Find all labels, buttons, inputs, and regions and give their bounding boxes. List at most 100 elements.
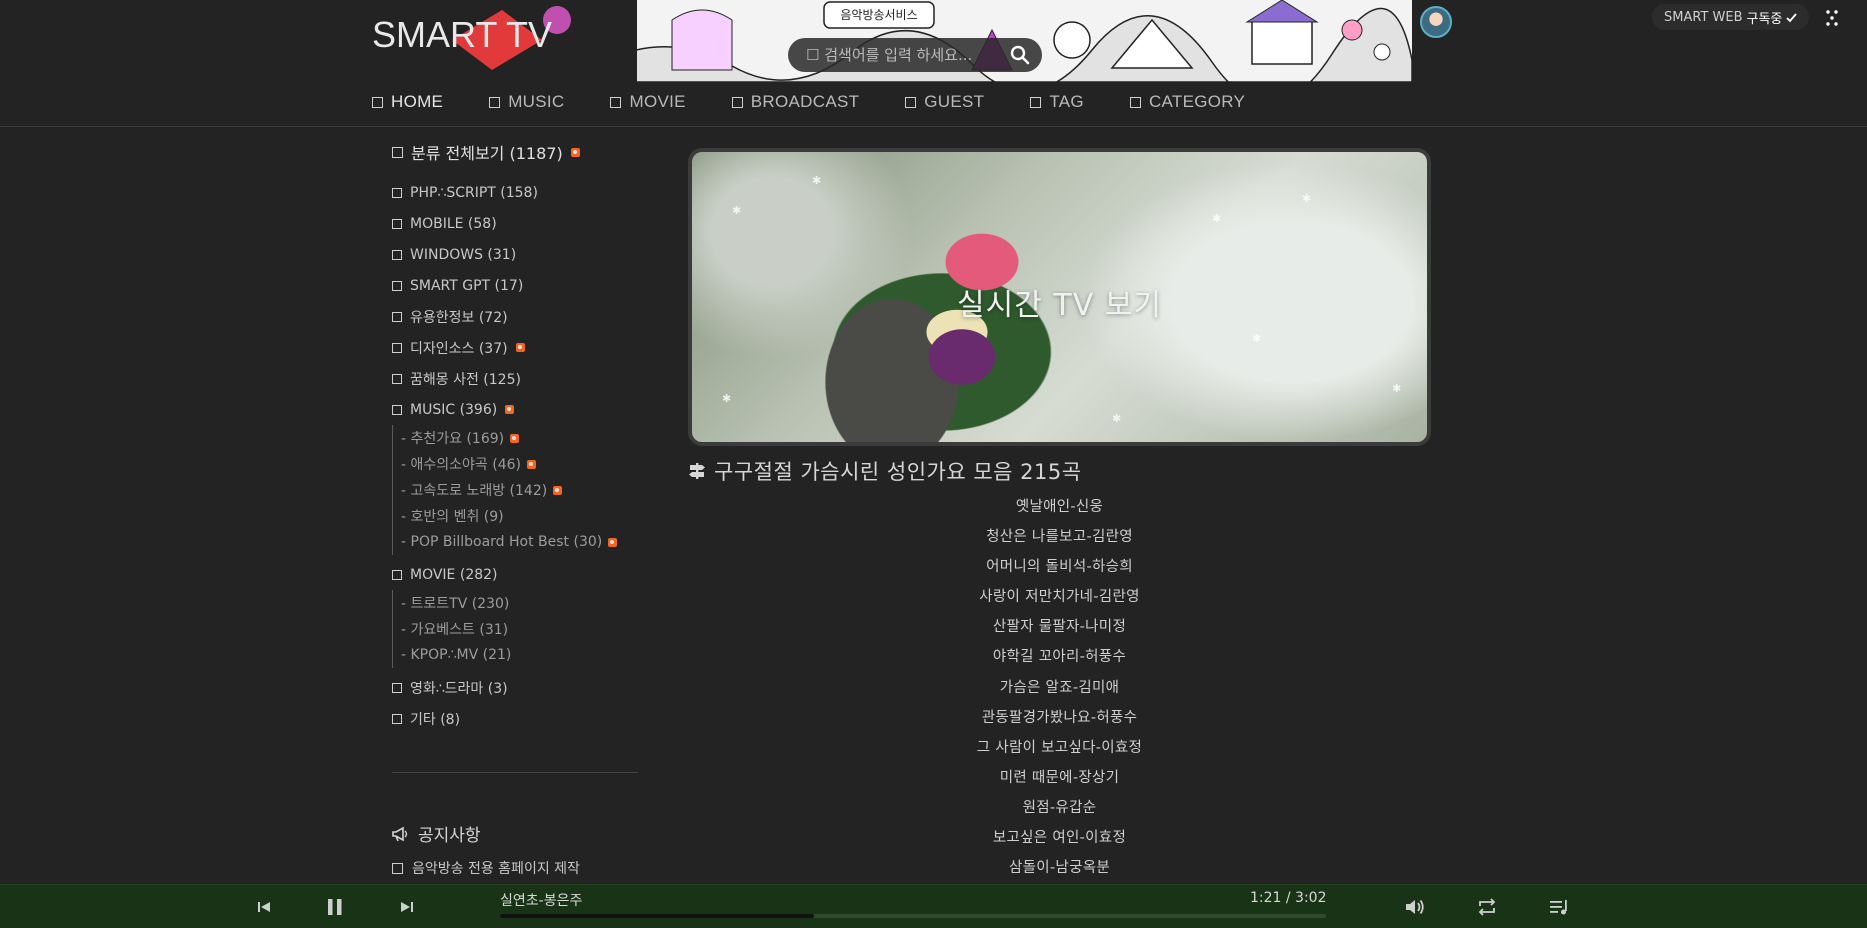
song-item[interactable]: 산팔자 물팔자-나미정 [688,612,1431,642]
song-item[interactable]: 원점-유갑순 [688,793,1431,823]
song-item[interactable]: 그 사람이 보고싶다-이효정 [688,733,1431,763]
site-logo[interactable]: SMART TV [372,14,552,56]
category-item[interactable]: 유용한정보 (72) [392,301,642,332]
category-item[interactable]: 영화∴드라마 (3) [392,672,642,703]
song-item[interactable]: 야학길 꼬아리-허풍수 [688,642,1431,672]
song-item[interactable]: 사랑이 저만치가네-김란영 [688,582,1431,612]
subscribe-label: 구독중 [1746,11,1783,27]
subcategory-item[interactable]: - 트로트TV (230) [401,590,642,616]
rss-icon[interactable] [505,405,515,414]
nav-item-label: MUSIC [508,92,565,111]
category-item[interactable]: 기타 (8) [392,703,642,734]
checkbox-square-icon [392,713,402,724]
checkbox-square-icon [392,682,402,693]
category-item[interactable]: 꿈해몽 사전 (125) [392,363,642,394]
nav-item-music[interactable]: MUSIC [489,88,564,116]
playlist-icon[interactable] [1548,897,1570,917]
snow-dot: ✱ [722,392,732,405]
subcategory-item[interactable]: - POP Billboard Hot Best (30) [401,529,642,555]
nav-item-label: BROADCAST [750,92,860,111]
subcategory-item[interactable]: - 추천가요 (169) [401,425,642,451]
snow-dot: ✱ [812,174,822,187]
nav-item-tag[interactable]: TAG [1030,88,1084,116]
checkbox-square-icon [392,373,402,384]
song-item[interactable]: 옛날애인-신웅 [688,492,1431,522]
song-item[interactable]: 청산은 나를보고-김란영 [688,522,1431,552]
subcategory-item[interactable]: - 고속도로 노래방 (142) [401,477,642,503]
category-label: PHP∴SCRIPT (158) [410,184,538,201]
notice-title: 공지사항 [418,826,481,846]
category-item[interactable]: PHP∴SCRIPT (158) [392,177,642,208]
volume-icon[interactable] [1404,897,1426,917]
subscribe-prefix: SMART WEB [1664,9,1743,25]
song-item[interactable]: 삼돌이-남궁옥분 [688,853,1431,883]
song-item[interactable]: 가슴은 알죠-김미애 [688,673,1431,703]
pause-icon[interactable] [325,897,345,917]
avatar[interactable] [1420,6,1452,38]
header: 음악방송서비스 SMART TV SMART WEB 구독중 HOME MUSIC… [0,0,1867,127]
subcategory-label: - POP Billboard Hot Best (30) [401,534,603,550]
checkbox-square-icon [1030,96,1042,108]
checkbox-square-icon [905,96,917,108]
subscribe-button[interactable]: SMART WEB 구독중 [1652,4,1810,30]
song-item[interactable]: 미련 때문에-장상기 [688,763,1431,793]
checkbox-square-icon [731,96,743,108]
nav-item-label: HOME [391,92,444,111]
post-title: 구구절절 가슴시린 성인가요 모음 215곡 [688,456,1082,486]
rss-icon[interactable] [608,537,618,547]
nav-item-category[interactable]: CATEGORY [1129,88,1245,116]
rss-icon[interactable] [553,485,563,495]
category-item[interactable]: WINDOWS (31) [392,239,642,270]
nav-item-movie[interactable]: MOVIE [610,88,685,116]
category-item[interactable]: MUSIC (396) [392,394,642,425]
song-item[interactable]: 관동팔경가봤나요-허풍수 [688,703,1431,733]
rss-icon[interactable] [510,433,520,443]
song-list: 옛날애인-신웅 청산은 나를보고-김란영 어머니의 돌비석-하승희 사랑이 저만치가네… [688,492,1431,883]
progress-bar[interactable] [500,914,1326,918]
category-label: 디자인소스 (37) [410,340,508,357]
snow-dot: ✱ [1112,412,1122,425]
more-menu-icon[interactable] [1822,8,1842,28]
search-icon[interactable] [1010,45,1030,65]
category-label: MUSIC (396) [410,401,498,418]
previous-track-icon[interactable] [254,897,274,917]
rss-icon[interactable] [526,459,536,469]
category-label: 유용한정보 (72) [410,309,508,326]
subcategory-item[interactable]: - 가요베스트 (31) [401,616,642,642]
rss-icon[interactable] [515,343,525,352]
subcategory-item[interactable]: - KPOP∴MV (21) [401,642,642,668]
checkbox-square-icon [372,96,383,108]
megaphone-icon [392,826,408,841]
song-item[interactable]: 어머니의 돌비석-하승희 [688,552,1431,582]
checkbox-square-icon [392,218,402,229]
nav-item-guest[interactable]: GUEST [905,88,984,116]
hero-title: 실시간 TV 보기 [957,288,1162,323]
subcategory-label: - 트로트TV (230) [401,596,510,612]
snow-dot: ✱ [1212,212,1222,225]
notice-item[interactable]: 음악방송 전용 홈페이지 제작 [392,858,642,878]
category-item[interactable]: MOVIE (282) [392,559,642,590]
category-item[interactable]: MOBILE (58) [392,208,642,239]
category-item[interactable]: SMART GPT (17) [392,270,642,301]
category-item[interactable]: 디자인소스 (37) [392,332,642,363]
category-label: 기타 (8) [410,711,461,728]
subcategory-item[interactable]: - 애수의소야곡 (46) [401,451,642,477]
nav-item-broadcast[interactable]: BROADCAST [731,88,860,116]
live-tv-banner[interactable]: ✱ ✱ ✱ ✱ ✱ ✱ ✱ ✱ 실시간 TV 보기 [688,148,1431,446]
next-track-icon[interactable] [397,897,417,917]
category-all[interactable]: 분류 전체보기 (1187) [392,140,642,164]
search-input[interactable] [804,45,994,65]
subcategory-label: - KPOP∴MV (21) [401,647,512,663]
checkbox-square-icon [392,311,402,322]
checkbox-square-icon [489,96,501,108]
track-time: 1:21 / 3:02 [1250,890,1327,906]
check-icon [1786,12,1798,22]
track-title: 실연초-봉은주 [500,893,583,909]
nav-item-home[interactable]: HOME [372,88,443,116]
song-item[interactable]: 보고싶은 여인-이효정 [688,823,1431,853]
rss-icon[interactable] [570,147,580,157]
sidebar-divider [392,772,638,773]
subcategory-item[interactable]: - 호반의 벤취 (9) [401,503,642,529]
repeat-icon[interactable] [1476,897,1498,917]
checkbox-square-icon [392,146,403,158]
